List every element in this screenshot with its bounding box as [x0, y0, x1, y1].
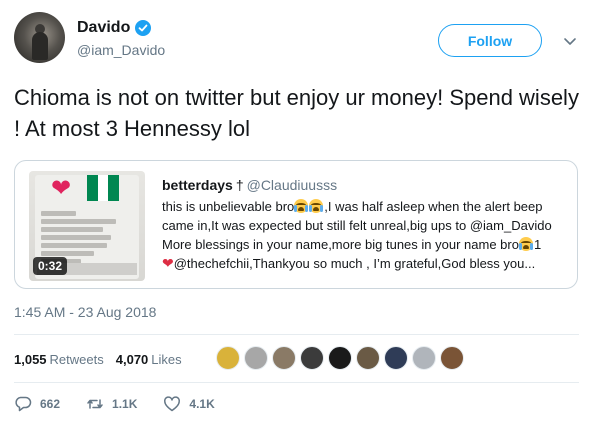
reply-count: 662 — [40, 397, 61, 411]
liker-avatar[interactable] — [440, 346, 464, 370]
liker-avatar[interactable] — [356, 346, 380, 370]
crying-face-emoji — [518, 237, 533, 251]
liker-avatar[interactable] — [328, 346, 352, 370]
author-name-row[interactable]: Davido — [77, 19, 152, 37]
tweet-text: Chioma is not on twitter but enjoy ur mo… — [14, 85, 579, 141]
tweet-stats: 1,055 Retweets 4,070 Likes — [14, 347, 194, 371]
verified-badge-icon — [135, 20, 152, 36]
liker-avatar[interactable] — [272, 346, 296, 370]
red-heart-emoji: ❤ — [162, 255, 174, 271]
retweet-icon — [87, 399, 103, 409]
author-avatar[interactable] — [14, 12, 65, 63]
crying-face-emoji — [294, 199, 309, 213]
retweet-button[interactable]: 1.1K — [86, 395, 137, 413]
heart-emoji-image: ❤ — [51, 175, 72, 202]
like-button[interactable]: 4.1K — [163, 395, 215, 413]
like-count: 4.1K — [189, 397, 215, 411]
chevron-down-icon[interactable] — [562, 33, 578, 49]
tweet-actions: 662 1.1K 4.1K — [14, 393, 241, 415]
liker-avatar[interactable] — [384, 346, 408, 370]
video-thumbnail[interactable]: ❤ 0:32 — [29, 171, 145, 281]
reply-icon — [15, 396, 32, 412]
reply-button[interactable]: 662 — [14, 395, 60, 413]
divider — [14, 382, 579, 383]
retweet-count: 1.1K — [112, 397, 138, 411]
likers-avatars — [216, 346, 468, 370]
retweets-stat[interactable]: 1,055 Retweets — [14, 352, 104, 367]
crying-face-emoji — [309, 199, 324, 213]
quoted-author[interactable]: betterdays † @Claudiuusss — [162, 177, 337, 193]
quoted-handle: @Claudiuusss — [246, 177, 338, 193]
liker-avatar[interactable] — [216, 346, 240, 370]
quoted-text: this is unbelievable bro ,I was half asle… — [162, 199, 552, 271]
quoted-dagger: † — [235, 177, 244, 193]
follow-button[interactable]: Follow — [438, 24, 542, 57]
liker-avatar[interactable] — [300, 346, 324, 370]
video-duration: 0:32 — [33, 257, 68, 275]
liker-avatar[interactable] — [412, 346, 436, 370]
likes-stat[interactable]: 4,070 Likes — [116, 352, 182, 367]
author-handle[interactable]: @iam_Davido — [77, 42, 165, 58]
quoted-tweet[interactable]: ❤ 0:32 betterdays † @Claudiuusss this is u… — [14, 160, 578, 289]
tweet-header: Davido @iam_Davido Follow — [14, 12, 579, 64]
like-icon — [164, 396, 181, 412]
tweet-timestamp[interactable]: 1:45 AM - 23 Aug 2018 — [14, 304, 156, 320]
nigeria-flag-image — [87, 175, 120, 201]
author-display-name[interactable]: Davido — [77, 19, 130, 37]
divider — [14, 334, 579, 335]
quoted-display-name: betterdays — [162, 177, 233, 193]
liker-avatar[interactable] — [244, 346, 268, 370]
